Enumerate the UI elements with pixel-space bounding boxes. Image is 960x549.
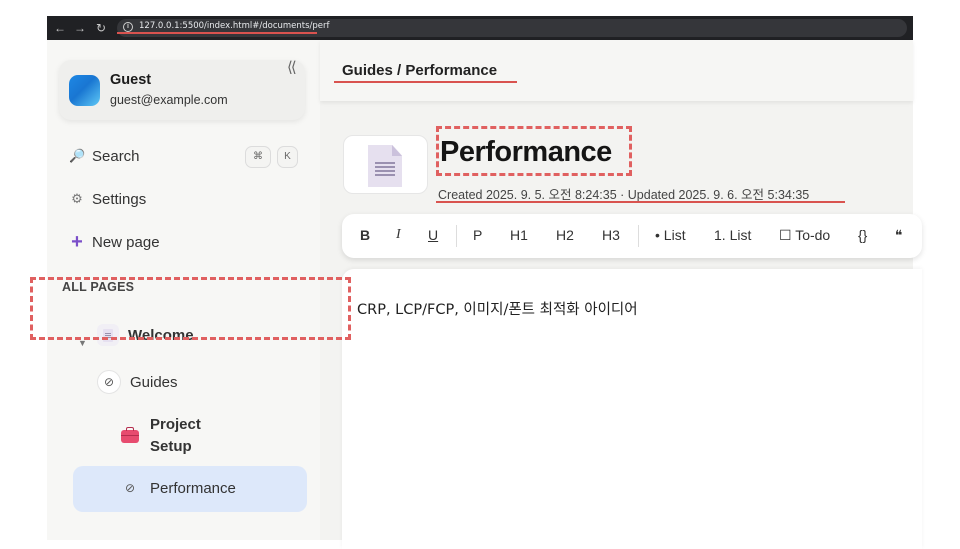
main-content: Guides / Performance Performance Created… xyxy=(320,40,922,549)
page-label-performance: Performance xyxy=(150,479,236,497)
page-item-project-setup[interactable]: Project Setup xyxy=(119,414,201,458)
breadcrumb-annotation-underline xyxy=(334,81,517,83)
italic-button[interactable]: I xyxy=(396,227,401,243)
address-bar[interactable]: i 127.0.0.1:5500/index.html#/documents/p… xyxy=(117,19,907,37)
user-name: Guest xyxy=(110,72,152,88)
editor-content[interactable]: CRP, LCP/FCP, 이미지/폰트 최적화 아이디어 xyxy=(357,298,638,319)
h1-button[interactable]: H1 xyxy=(510,227,528,243)
new-page-label: New page xyxy=(92,233,160,251)
page-header: Guides / Performance xyxy=(320,40,913,101)
no-icon: ⊘ xyxy=(97,370,121,394)
bold-button[interactable]: B xyxy=(360,227,370,243)
no-icon: ⊘ xyxy=(124,481,136,495)
underline-button[interactable]: U xyxy=(428,227,438,243)
url-annotation-underline xyxy=(117,32,317,34)
h2-button[interactable]: H2 xyxy=(556,227,574,243)
forward-arrow-icon[interactable]: → xyxy=(72,20,88,36)
url-text: 127.0.0.1:5500/index.html#/documents/per… xyxy=(139,21,330,31)
title-annotation-box xyxy=(436,126,632,176)
paragraph-button[interactable]: P xyxy=(473,227,482,243)
gear-icon: ⚙ xyxy=(71,191,83,206)
settings-button[interactable]: ⚙ Settings xyxy=(69,187,146,211)
meta-annotation-underline xyxy=(436,201,845,203)
site-info-icon[interactable]: i xyxy=(123,22,133,32)
breadcrumb[interactable]: Guides / Performance xyxy=(342,62,497,79)
search-button[interactable]: 🔎 Search xyxy=(69,144,140,168)
page-label-setup: Setup xyxy=(150,438,192,455)
search-label: Search xyxy=(92,147,140,165)
format-toolbar: B I U P H1 H2 H3 • List 1. List ☐ To-do … xyxy=(342,214,922,258)
code-button[interactable]: {} xyxy=(858,227,867,243)
user-email: guest@example.com xyxy=(110,93,228,107)
search-icon: 🔎 xyxy=(69,148,86,163)
toolbox-icon xyxy=(119,425,141,447)
numbered-list-button[interactable]: 1. List xyxy=(714,227,751,243)
new-page-button[interactable]: + New page xyxy=(69,230,160,254)
toolbar-divider xyxy=(638,225,639,247)
h3-button[interactable]: H3 xyxy=(602,227,620,243)
shortcut-cmd-badge: ⌘ xyxy=(245,146,271,168)
back-arrow-icon[interactable]: ← xyxy=(52,20,68,36)
collapse-sidebar-icon[interactable]: ⟨⟨ xyxy=(287,58,297,76)
page-icon-button[interactable] xyxy=(343,135,428,194)
avatar xyxy=(69,75,100,106)
document-lines xyxy=(375,162,395,164)
page-label-project: Project xyxy=(150,416,201,433)
bullet-list-button[interactable]: • List xyxy=(655,227,686,243)
editor-area[interactable]: CRP, LCP/FCP, 이미지/폰트 최적화 아이디어 xyxy=(342,269,922,549)
page-item-performance-content[interactable]: ⊘ Performance xyxy=(119,477,236,499)
browser-toolbar: ← → ↻ i 127.0.0.1:5500/index.html#/docum… xyxy=(47,16,913,40)
page-item-guides[interactable]: ⊘ Guides xyxy=(97,370,178,394)
toolbar-divider xyxy=(456,225,457,247)
shortcut-k-badge: K xyxy=(277,146,298,168)
reload-icon[interactable]: ↻ xyxy=(93,20,109,36)
editor-annotation-box xyxy=(30,277,351,340)
user-card[interactable]: Guest guest@example.com xyxy=(59,60,305,120)
quote-button[interactable]: ❝ xyxy=(895,227,903,244)
todo-button[interactable]: ☐ To-do xyxy=(779,227,830,244)
page-label-guides: Guides xyxy=(130,373,178,391)
plus-icon: + xyxy=(71,230,83,253)
settings-label: Settings xyxy=(92,190,147,208)
